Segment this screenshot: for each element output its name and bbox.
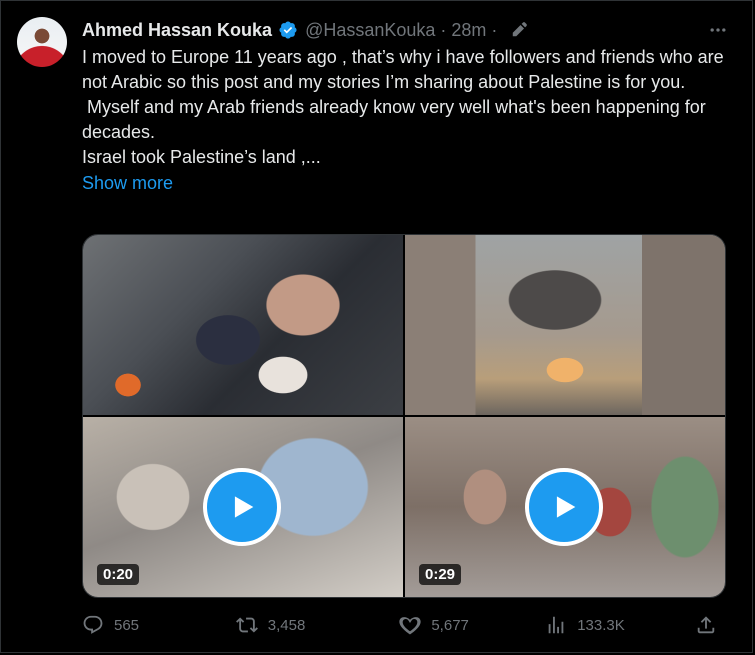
tweet-card: Ahmed Hassan Kouka @HassanKouka · 28m · … [0, 0, 753, 653]
views-button[interactable]: 133.3K [545, 614, 695, 636]
play-icon[interactable] [525, 468, 603, 546]
show-more-link[interactable]: Show more [82, 171, 732, 196]
edit-pencil-icon[interactable] [510, 21, 528, 39]
tweet-paragraph: I moved to Europe 11 years ago , that’s … [82, 47, 729, 92]
author-handle[interactable]: @HassanKouka [305, 20, 435, 41]
more-options-icon[interactable] [708, 20, 728, 40]
avatar[interactable] [17, 17, 67, 67]
repost-button[interactable]: 3,458 [235, 614, 400, 636]
views-count: 133.3K [577, 616, 625, 634]
views-icon [548, 616, 564, 634]
author-name[interactable]: Ahmed Hassan Kouka [82, 20, 272, 41]
video-duration: 0:20 [97, 564, 140, 585]
reply-icon [83, 615, 103, 634]
separator-dot: · [440, 19, 447, 40]
tweet-header: Ahmed Hassan Kouka @HassanKouka · 28m · [82, 18, 732, 42]
tweet-text: I moved to Europe 11 years ago , that’s … [82, 45, 732, 196]
share-icon [697, 616, 715, 634]
reply-count: 565 [114, 616, 140, 634]
timestamp[interactable]: 28m [451, 20, 486, 41]
action-bar: 565 3,458 5,677 133.3K [82, 612, 727, 638]
tweet-paragraph: Myself and my Arab friends already know … [82, 97, 711, 142]
like-button[interactable]: 5,677 [399, 614, 545, 636]
repost-count: 3,458 [267, 616, 306, 634]
like-count: 5,677 [431, 616, 469, 634]
play-icon[interactable] [203, 468, 281, 546]
media-video-children[interactable]: 0:29 [405, 417, 725, 597]
heart-icon [399, 617, 421, 635]
verified-badge-icon[interactable] [278, 20, 298, 40]
media-photo-destroyed-street[interactable] [405, 235, 725, 415]
video-duration: 0:29 [419, 564, 462, 585]
media-video-infant[interactable]: 0:20 [83, 417, 403, 597]
media-grid: 0:20 0:29 [82, 234, 726, 598]
reply-button[interactable]: 565 [82, 614, 236, 636]
media-photo-rescue[interactable] [83, 235, 403, 415]
tweet-paragraph: Israel took Palestine’s land ,... [82, 147, 321, 167]
separator-dot: · [491, 19, 498, 40]
repost-icon [235, 617, 258, 633]
share-button[interactable] [695, 614, 727, 636]
